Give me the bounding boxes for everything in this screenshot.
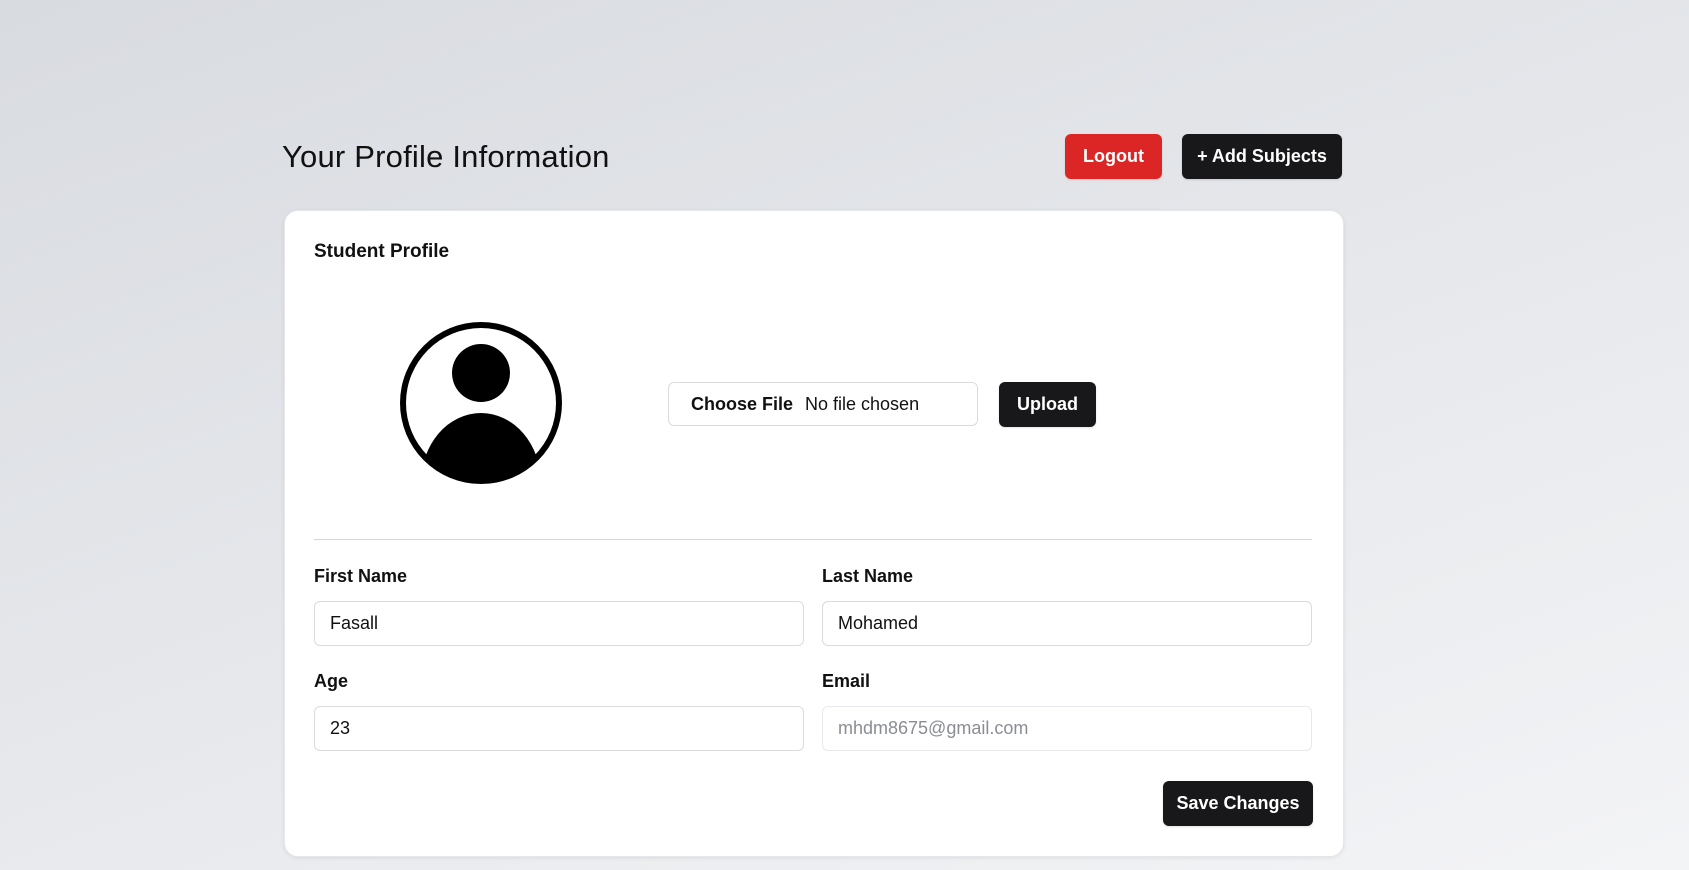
page-header: Your Profile Information Logout + Add Su… (282, 133, 1342, 181)
last-name-input[interactable] (822, 601, 1312, 646)
first-name-input[interactable] (314, 601, 804, 646)
upload-button[interactable]: Upload (999, 382, 1096, 427)
page-title: Your Profile Information (282, 139, 610, 174)
add-subjects-button[interactable]: + Add Subjects (1182, 134, 1342, 179)
logout-button[interactable]: Logout (1065, 134, 1162, 179)
card-title: Student Profile (314, 241, 450, 262)
avatar-svg (400, 322, 562, 484)
choose-file-button[interactable]: Choose File (691, 394, 793, 415)
email-label: Email (822, 671, 871, 691)
last-name-label: Last Name (822, 566, 914, 586)
file-status-text: No file chosen (805, 393, 920, 414)
user-circle-icon (397, 319, 565, 487)
save-changes-button[interactable]: Save Changes (1163, 781, 1313, 826)
divider (314, 539, 1312, 540)
profile-card: Student Profile Choose File No file chos… (284, 210, 1344, 857)
age-input[interactable] (314, 706, 804, 751)
first-name-label: First Name (314, 566, 408, 586)
age-label: Age (314, 671, 349, 691)
email-field (822, 706, 1312, 751)
file-input[interactable]: Choose File No file chosen (668, 382, 978, 426)
